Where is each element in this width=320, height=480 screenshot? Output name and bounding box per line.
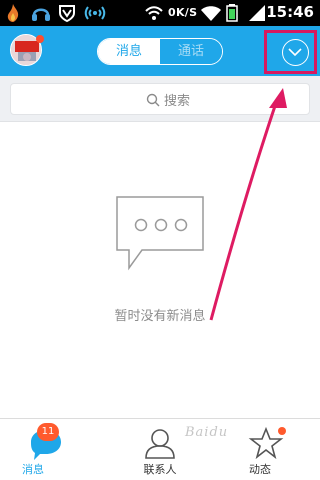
shield-icon: [59, 5, 75, 23]
message-call-toggle: 消息 通话: [97, 38, 223, 65]
more-options-button[interactable]: [282, 39, 309, 66]
chat-bubble-icon: [116, 196, 204, 271]
nav-label: 动态: [249, 463, 271, 476]
clock: 15:46: [266, 3, 314, 21]
nav-item-moments[interactable]: 动态: [226, 419, 306, 480]
chevron-down-icon: [288, 48, 302, 57]
headset-icon: [32, 8, 50, 21]
wifi-signal-icon: [84, 6, 106, 20]
flame-icon: [7, 4, 19, 22]
watermark: Baidu: [185, 425, 229, 440]
signal-bars-icon: [249, 5, 265, 21]
contacts-icon: [145, 429, 175, 459]
tab-messages[interactable]: 消息: [98, 39, 160, 64]
wifi-icon: [145, 6, 163, 20]
nav-item-messages[interactable]: 11 消息: [13, 419, 93, 480]
search-input[interactable]: 搜索: [10, 83, 310, 115]
network-speed: 0K/S: [168, 6, 198, 19]
nav-label: 联系人: [143, 463, 177, 476]
avatar-notification-dot: [36, 35, 44, 43]
wifi-hotspot-icon: [201, 6, 221, 21]
unread-count-badge: 11: [37, 423, 59, 441]
status-bar: 0K/S 15:46: [0, 0, 320, 26]
app-header: 消息 通话: [0, 26, 320, 76]
bottom-nav: 11 消息 联系人 动态: [0, 418, 320, 480]
nav-label: 消息: [22, 463, 44, 476]
new-activity-dot: [278, 427, 286, 435]
tab-calls[interactable]: 通话: [160, 39, 222, 64]
search-icon: [146, 93, 160, 107]
search-area: 搜索: [0, 76, 320, 122]
empty-state-message: 暂时没有新消息: [114, 309, 206, 324]
search-placeholder: 搜索: [164, 94, 191, 109]
battery-icon: [226, 4, 238, 22]
